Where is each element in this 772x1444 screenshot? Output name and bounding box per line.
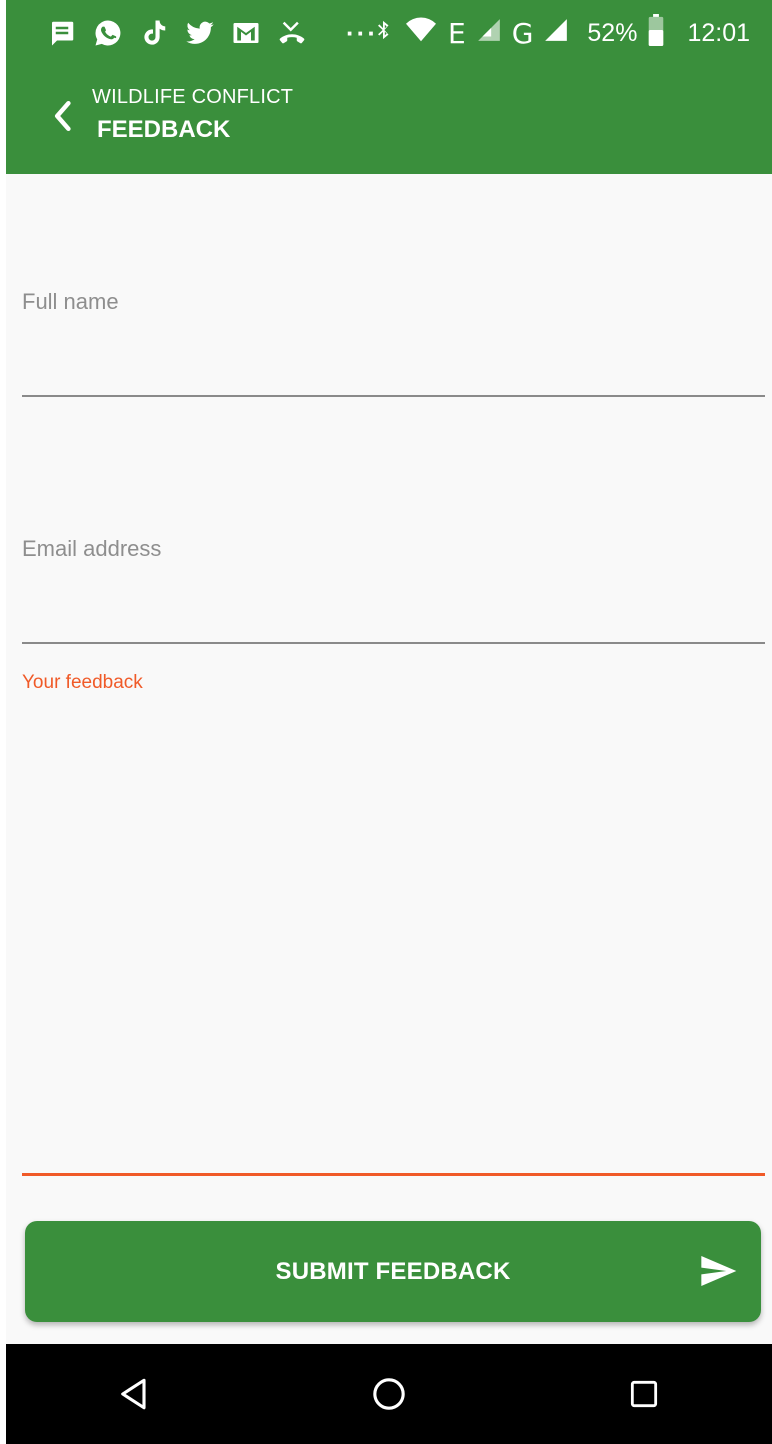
network-label-g: G	[511, 16, 534, 50]
gmail-icon	[230, 17, 262, 49]
feedback-label: Your feedback	[22, 672, 143, 693]
bluetooth-icon	[372, 14, 394, 53]
full-name-input[interactable]	[22, 344, 765, 388]
full-name-field: Full name	[22, 289, 765, 399]
navigation-bar	[6, 1344, 772, 1444]
email-placeholder: Email address	[22, 536, 162, 561]
email-underline	[22, 642, 765, 644]
screen: ··· E G 52% 12:01 WILDLIFE CONFLICT FEED…	[0, 0, 772, 1444]
app-bar: WILDLIFE CONFLICT FEEDBACK	[6, 66, 772, 174]
signal-icon	[476, 15, 502, 52]
submit-feedback-label: SUBMIT FEEDBACK	[275, 1257, 511, 1285]
square-recents-icon	[631, 1380, 658, 1408]
page-title: FEEDBACK	[97, 116, 231, 143]
feedback-textarea[interactable]	[22, 702, 765, 1162]
status-bar: ··· E G 52% 12:01	[6, 0, 772, 66]
network-label-e: E	[447, 16, 466, 50]
submit-feedback-button[interactable]: SUBMIT FEEDBACK	[25, 1221, 761, 1322]
email-field: Email address	[22, 536, 765, 646]
feedback-form: Full name Email address Your feedback SU…	[6, 174, 772, 1344]
clock: 12:01	[687, 18, 750, 47]
whatsapp-icon	[92, 17, 124, 49]
full-name-underline	[22, 395, 765, 397]
circle-home-icon	[373, 1378, 405, 1410]
system-status: E G 52% 12:01	[372, 0, 750, 66]
email-input[interactable]	[22, 591, 765, 635]
signal-icon-2	[543, 15, 569, 52]
chevron-left-icon	[54, 100, 71, 132]
nav-back-button[interactable]	[104, 1364, 164, 1424]
feedback-field: Your feedback	[22, 672, 765, 1177]
back-button[interactable]	[46, 96, 78, 136]
nav-recents-button[interactable]	[614, 1364, 674, 1424]
battery-icon	[647, 13, 665, 53]
twitter-icon	[184, 17, 216, 49]
wifi-icon	[404, 15, 438, 52]
battery-percent: 52%	[587, 18, 638, 47]
triangle-back-icon	[120, 1378, 146, 1410]
send-icon	[701, 1256, 737, 1286]
notification-icons: ···	[46, 17, 378, 49]
app-supertitle: WILDLIFE CONFLICT	[92, 86, 294, 108]
feedback-underline	[22, 1173, 765, 1176]
tiktok-icon	[138, 17, 170, 49]
full-name-placeholder: Full name	[22, 289, 119, 314]
missed-call-icon	[276, 17, 308, 49]
message-icon	[46, 17, 78, 49]
nav-home-button[interactable]	[359, 1364, 419, 1424]
